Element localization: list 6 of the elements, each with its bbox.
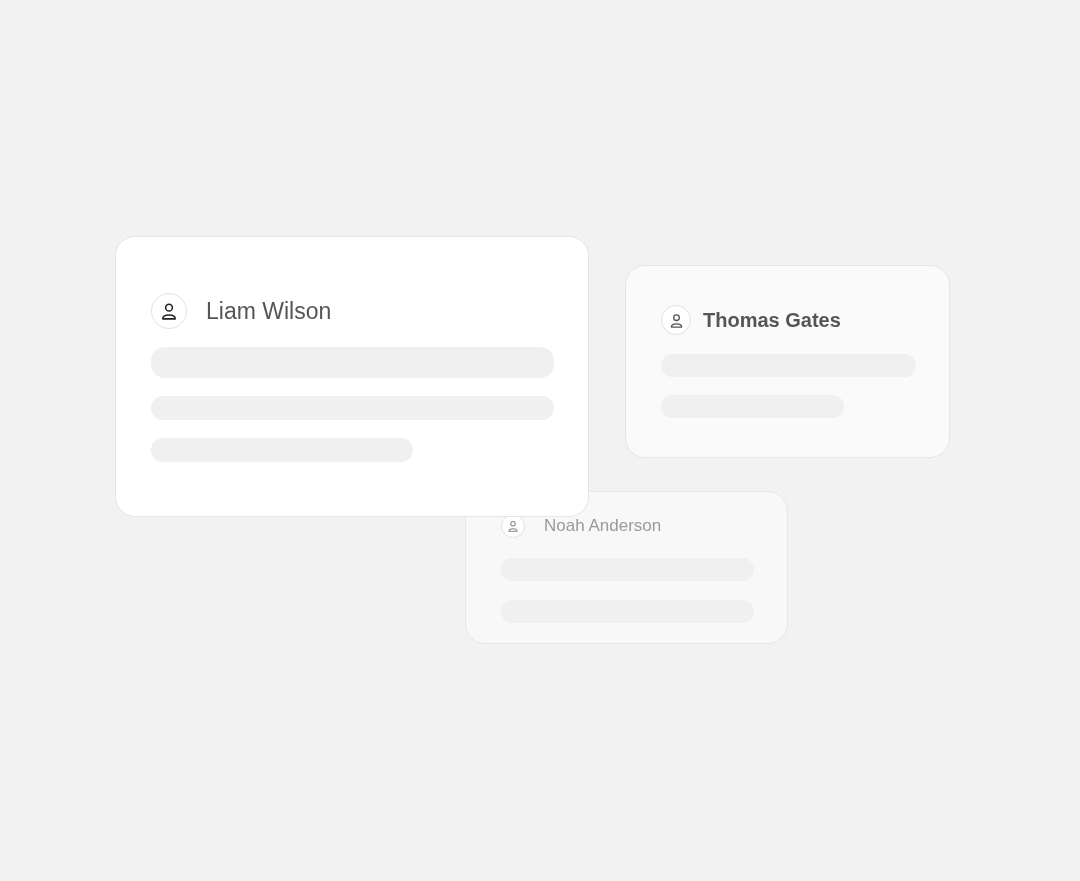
user-name: Thomas Gates <box>703 308 841 332</box>
user-icon <box>160 302 178 320</box>
user-name: Liam Wilson <box>206 297 332 325</box>
user-icon <box>507 520 519 532</box>
user-icon <box>668 312 684 328</box>
user-name: Noah Anderson <box>544 516 662 536</box>
